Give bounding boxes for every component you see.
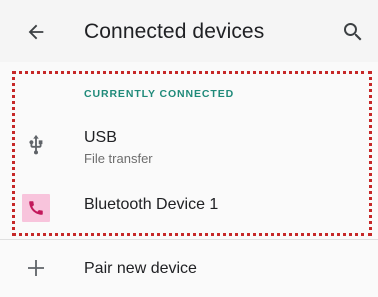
bluetooth-device-row[interactable]: Bluetooth Device 1 (0, 190, 378, 234)
pair-new-device-row[interactable]: Pair new device (0, 246, 378, 292)
phone-icon (29, 201, 43, 215)
usb-device-title: USB (84, 129, 117, 146)
pair-new-device-label: Pair new device (84, 260, 197, 277)
arrow-back-icon[interactable] (25, 21, 47, 43)
plus-icon (28, 260, 44, 276)
usb-device-row[interactable]: USB File transfer (0, 118, 378, 178)
usb-icon (29, 134, 43, 155)
page-title: Connected devices (84, 20, 265, 43)
usb-device-subtitle: File transfer (84, 151, 153, 166)
section-header-currently-connected: CURRENTLY CONNECTED (84, 88, 235, 100)
bluetooth-device-title: Bluetooth Device 1 (84, 196, 219, 213)
phone-icon-container (22, 194, 50, 222)
divider (0, 239, 378, 240)
search-icon[interactable] (341, 20, 365, 44)
app-bar: Connected devices (0, 0, 378, 62)
